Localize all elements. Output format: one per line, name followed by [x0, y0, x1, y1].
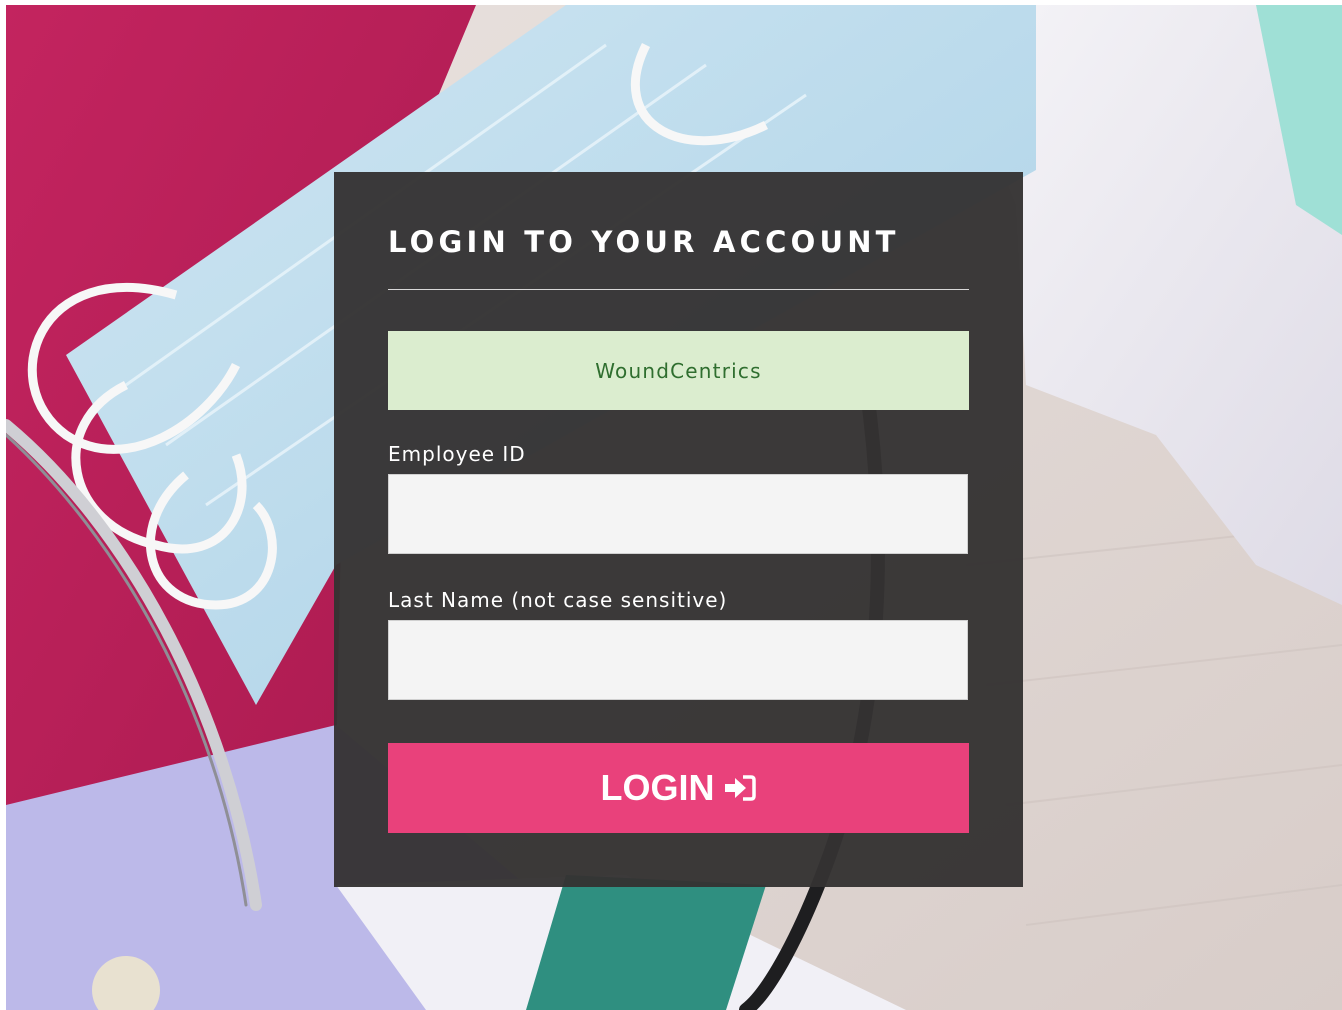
title-divider [388, 289, 969, 290]
login-button-label: LOGIN [600, 767, 715, 808]
organization-banner: WoundCentrics [388, 331, 969, 410]
last-name-label: Last Name (not case sensitive) [388, 588, 728, 612]
last-name-input[interactable] [388, 620, 968, 700]
employee-id-input[interactable] [388, 474, 968, 554]
employee-id-label: Employee ID [388, 442, 526, 466]
sign-in-icon [723, 774, 757, 802]
login-button[interactable]: LOGIN [388, 743, 969, 833]
login-title: LOGIN TO YOUR ACCOUNT [388, 225, 900, 259]
login-panel: LOGIN TO YOUR ACCOUNT WoundCentrics Empl… [334, 172, 1023, 887]
organization-name: WoundCentrics [595, 358, 762, 383]
